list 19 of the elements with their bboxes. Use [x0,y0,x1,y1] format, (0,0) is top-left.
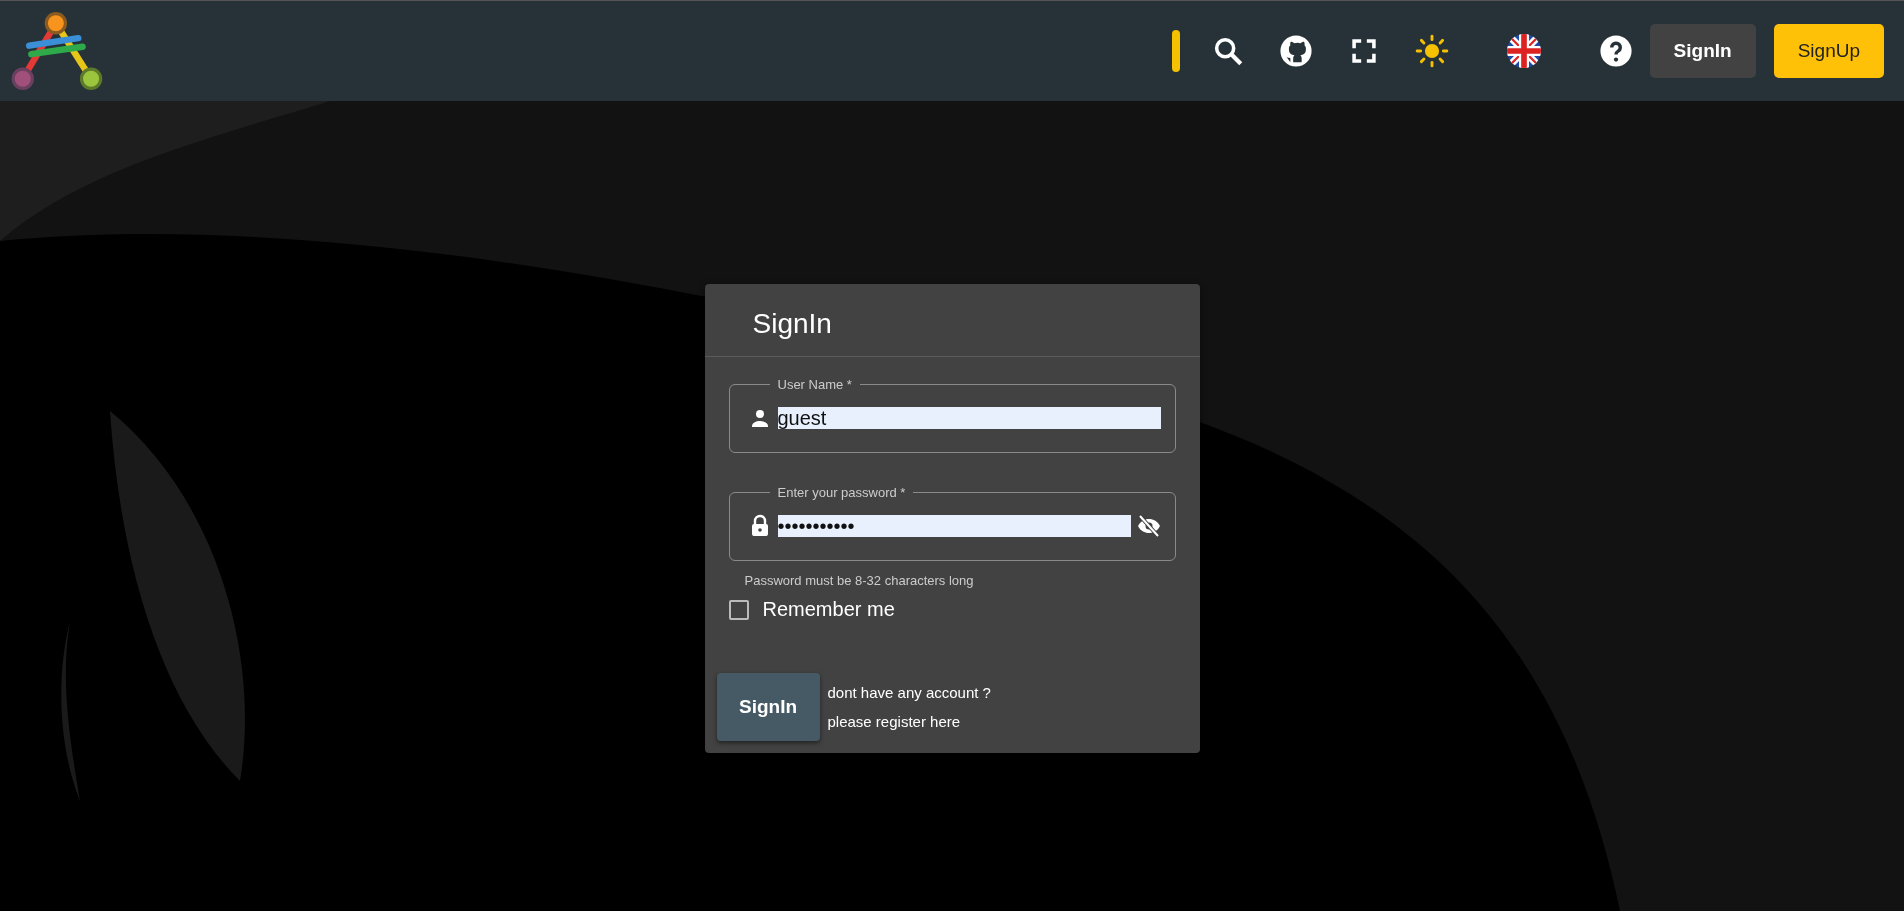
signup-button[interactable]: SignUp [1773,24,1884,78]
github-icon[interactable] [1278,34,1313,68]
sun-icon[interactable] [1414,34,1449,68]
flag-icon[interactable] [1506,34,1541,68]
signin-submit-button[interactable]: SignIn [716,673,820,741]
remember-checkbox[interactable] [728,599,749,620]
card-title: SignIn [704,284,1200,357]
help-icon[interactable] [1598,34,1633,68]
field-label: User Name * [776,377,853,392]
signin-button[interactable]: SignIn [1649,24,1756,78]
account-prompt: dont have any account ? [827,684,991,701]
password-input[interactable]: ••••••••••• [777,515,1131,537]
register-link[interactable]: please register here [827,713,991,730]
scroll-handle[interactable] [1171,30,1180,72]
field-label: Enter your password * [776,485,907,500]
eye-off-icon[interactable] [1136,514,1161,538]
password-hint: Password must be 8-32 characters long [744,573,975,588]
checkbox-label: Remember me [762,598,895,621]
username-input[interactable]: guest [777,407,1161,429]
